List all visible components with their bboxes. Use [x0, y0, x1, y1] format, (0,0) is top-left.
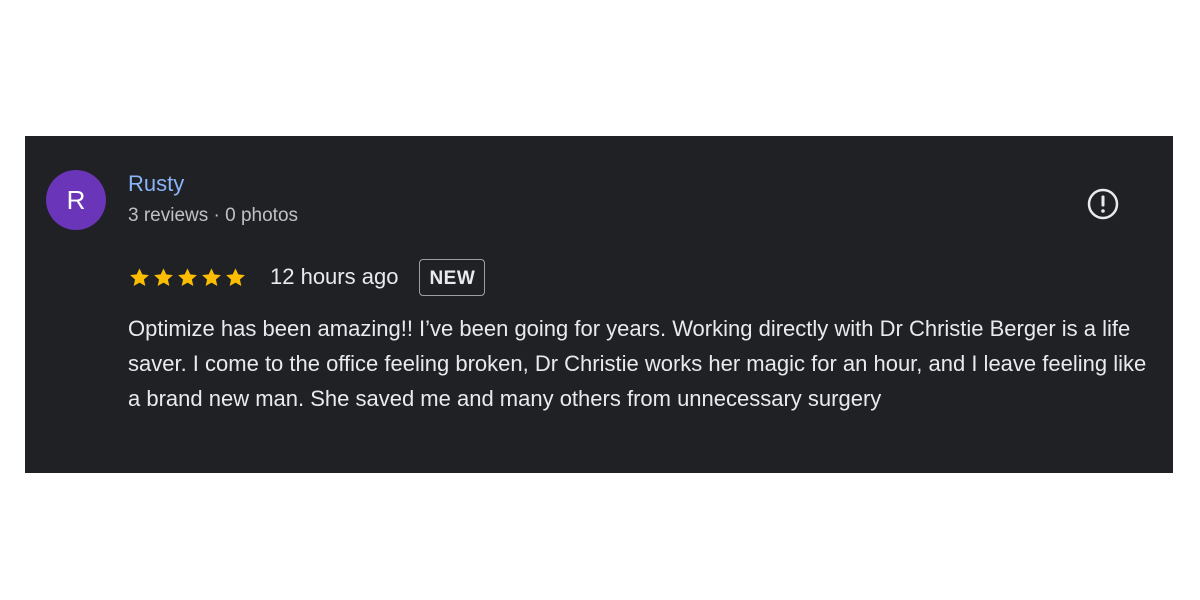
review-time: 12 hours ago [270, 264, 399, 289]
reviewer-name[interactable]: Rusty [128, 171, 184, 197]
star-rating [128, 266, 247, 289]
star-icon [154, 267, 173, 286]
review-card: R Rusty 3 reviews · 0 photos 12 hours ag… [25, 136, 1173, 473]
report-icon[interactable] [1086, 187, 1120, 221]
reviewer-meta: 3 reviews · 0 photos [128, 205, 299, 226]
avatar[interactable]: R [46, 170, 106, 230]
rating-row: 12 hours ago NEW [128, 257, 486, 297]
new-badge: NEW [419, 258, 486, 296]
star-icon [226, 267, 245, 286]
star-icon [130, 267, 149, 286]
review-text: Optimize has been amazing!! I’ve been go… [128, 316, 1147, 411]
star-icon [202, 267, 221, 286]
star-icon [178, 267, 197, 286]
